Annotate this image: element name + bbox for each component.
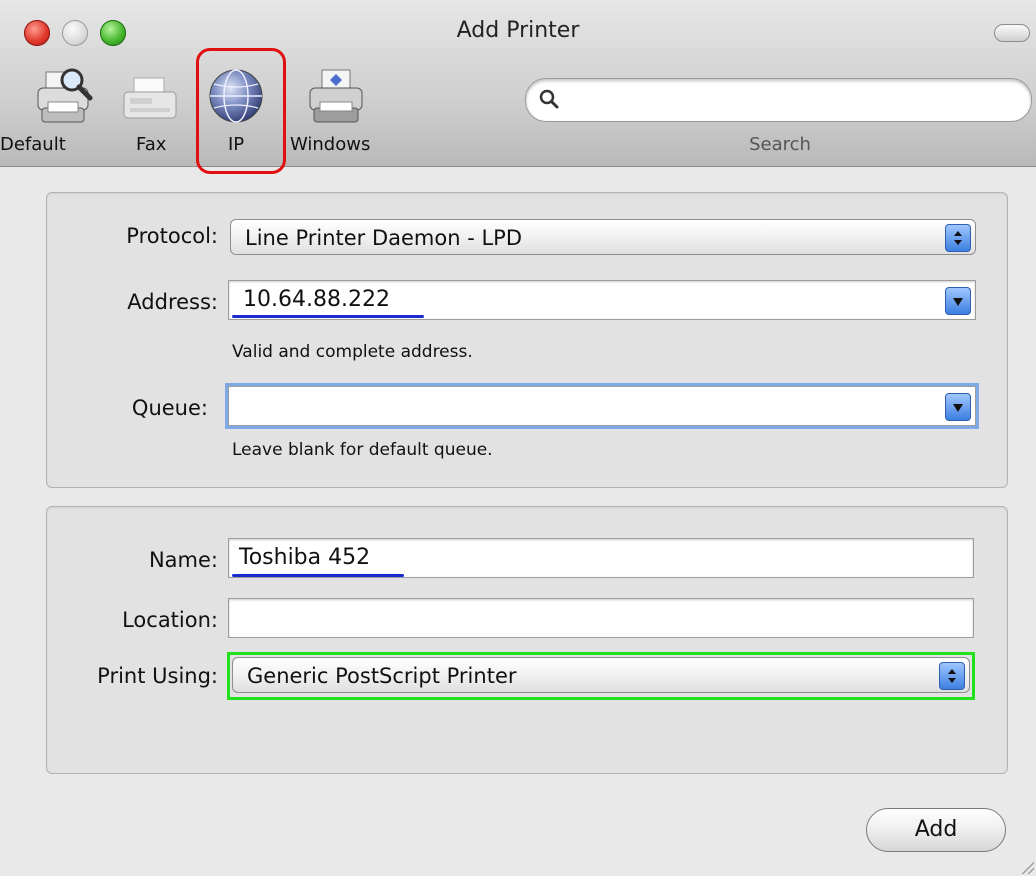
address-value: 10.64.88.222 <box>243 287 390 312</box>
protocol-popup[interactable]: Line Printer Daemon - LPD <box>230 219 976 255</box>
toolbar-windows-button[interactable]: Windows <box>286 66 386 166</box>
chevron-down-icon[interactable] <box>945 287 971 315</box>
address-help-text: Valid and complete address. <box>232 342 473 362</box>
queue-label: Queue: <box>131 396 208 420</box>
queue-help-text: Leave blank for default queue. <box>232 440 493 460</box>
name-underline-annotation <box>232 574 404 577</box>
popup-arrows-icon <box>945 224 971 252</box>
print-using-label: Print Using: <box>97 664 218 688</box>
toolbar-fax-label: Fax <box>136 134 167 155</box>
magnifier-icon <box>539 89 559 109</box>
location-field[interactable] <box>228 598 974 638</box>
protocol-value: Line Printer Daemon - LPD <box>245 226 523 250</box>
search-label: Search <box>749 134 811 155</box>
window-title: Add Printer <box>456 18 580 43</box>
print-using-highlight-annotation <box>227 652 975 700</box>
toolbar-default-label: Default <box>0 134 66 155</box>
search-field[interactable] <box>525 78 1032 122</box>
add-button[interactable]: Add <box>866 808 1006 852</box>
toolbar-toggle-button[interactable] <box>994 24 1030 42</box>
name-value: Toshiba 452 <box>239 545 371 570</box>
ip-highlight-annotation <box>196 48 286 174</box>
add-printer-window: Add Printer Default Fax IP Windows Searc… <box>0 0 1036 876</box>
toolbar-fax-button[interactable]: Fax <box>116 66 186 166</box>
queue-combobox[interactable] <box>228 386 976 426</box>
resize-grip[interactable] <box>1020 860 1034 874</box>
fax-icon <box>123 77 177 119</box>
address-combobox[interactable]: 10.64.88.222 <box>228 280 976 320</box>
name-field[interactable]: Toshiba 452 <box>228 538 974 578</box>
address-label: Address: <box>127 290 218 314</box>
protocol-label: Protocol: <box>126 224 218 248</box>
chevron-down-icon[interactable] <box>945 393 971 421</box>
address-underline-annotation <box>232 315 424 318</box>
toolbar-default-button[interactable]: Default <box>0 66 112 166</box>
windows-printer-icon <box>309 69 363 123</box>
name-label: Name: <box>148 548 218 572</box>
toolbar-windows-label: Windows <box>290 134 371 155</box>
toolbar: Add Printer Default Fax IP Windows Searc… <box>0 0 1036 174</box>
default-printer-icon <box>37 68 93 123</box>
location-label: Location: <box>122 608 218 632</box>
